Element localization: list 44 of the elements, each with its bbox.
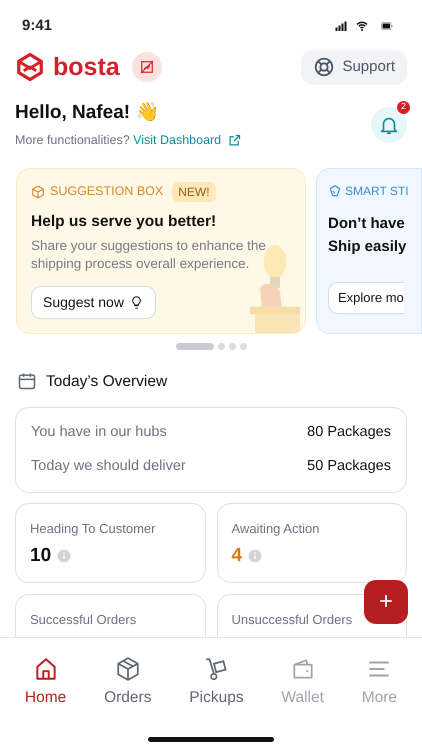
external-link-icon[interactable]: [227, 132, 242, 148]
card-title: Help us serve you better!: [31, 212, 218, 232]
card-tag: SMART STI: [345, 182, 409, 200]
logo-text: bosta: [53, 54, 120, 80]
support-button[interactable]: Support: [301, 50, 407, 84]
summary-label: Today we should deliver: [31, 456, 186, 476]
stat-label: Heading To Customer: [30, 520, 156, 538]
info-icon: [248, 549, 262, 564]
summary-label: You have in our hubs: [31, 423, 167, 442]
card-tag: SUGGESTION BOX: [50, 182, 164, 202]
box-icon: [114, 656, 141, 682]
dashboard-link[interactable]: Visit Dashboard: [133, 131, 222, 150]
greeting-title: Hello, Nafea! 👋: [15, 100, 160, 124]
summary-value: 50 Packages: [307, 456, 391, 476]
summary-value: 80 Packages: [307, 423, 391, 442]
prompt-text: More functionalities?: [15, 132, 131, 149]
carousel-dot[interactable]: [228, 342, 236, 350]
stat-label: Unsuccessful Orders: [232, 610, 354, 628]
suggest-button[interactable]: Suggest now: [31, 286, 156, 320]
add-button[interactable]: +: [364, 580, 408, 624]
tab-item[interactable]: Orders: [104, 656, 152, 710]
stat-value: 10: [30, 544, 52, 568]
chart-crossed-icon: [132, 52, 162, 82]
wifi-icon: [354, 20, 370, 32]
carousel-dot[interactable]: [218, 342, 224, 350]
info-icon: [57, 549, 72, 564]
stat-label: Successful Orders: [30, 610, 138, 628]
carousel-dot[interactable]: [240, 342, 246, 350]
card-title: Don’t have: [328, 214, 406, 234]
box-logo-icon: [15, 52, 45, 82]
explore-button[interactable]: Explore mo: [328, 282, 404, 314]
clock-time: 9:41: [22, 16, 52, 36]
calendar-icon: [17, 371, 37, 392]
stat-value: 4: [232, 544, 242, 568]
tab-item[interactable]: Pickups: [189, 656, 244, 710]
tab-item[interactable]: Home: [24, 656, 66, 710]
new-badge: NEW!: [172, 182, 216, 202]
section-title: Today’s Overview: [46, 372, 168, 392]
box-icon: [31, 184, 45, 199]
notification-badge: 2: [396, 100, 411, 114]
lifebuoy-icon: [313, 56, 336, 78]
card-text: Share your suggestions to enhance the shipping process overall experience.: [31, 237, 267, 274]
card-title: Ship easily: [328, 237, 408, 257]
stat-label: Awaiting Action: [232, 520, 320, 538]
